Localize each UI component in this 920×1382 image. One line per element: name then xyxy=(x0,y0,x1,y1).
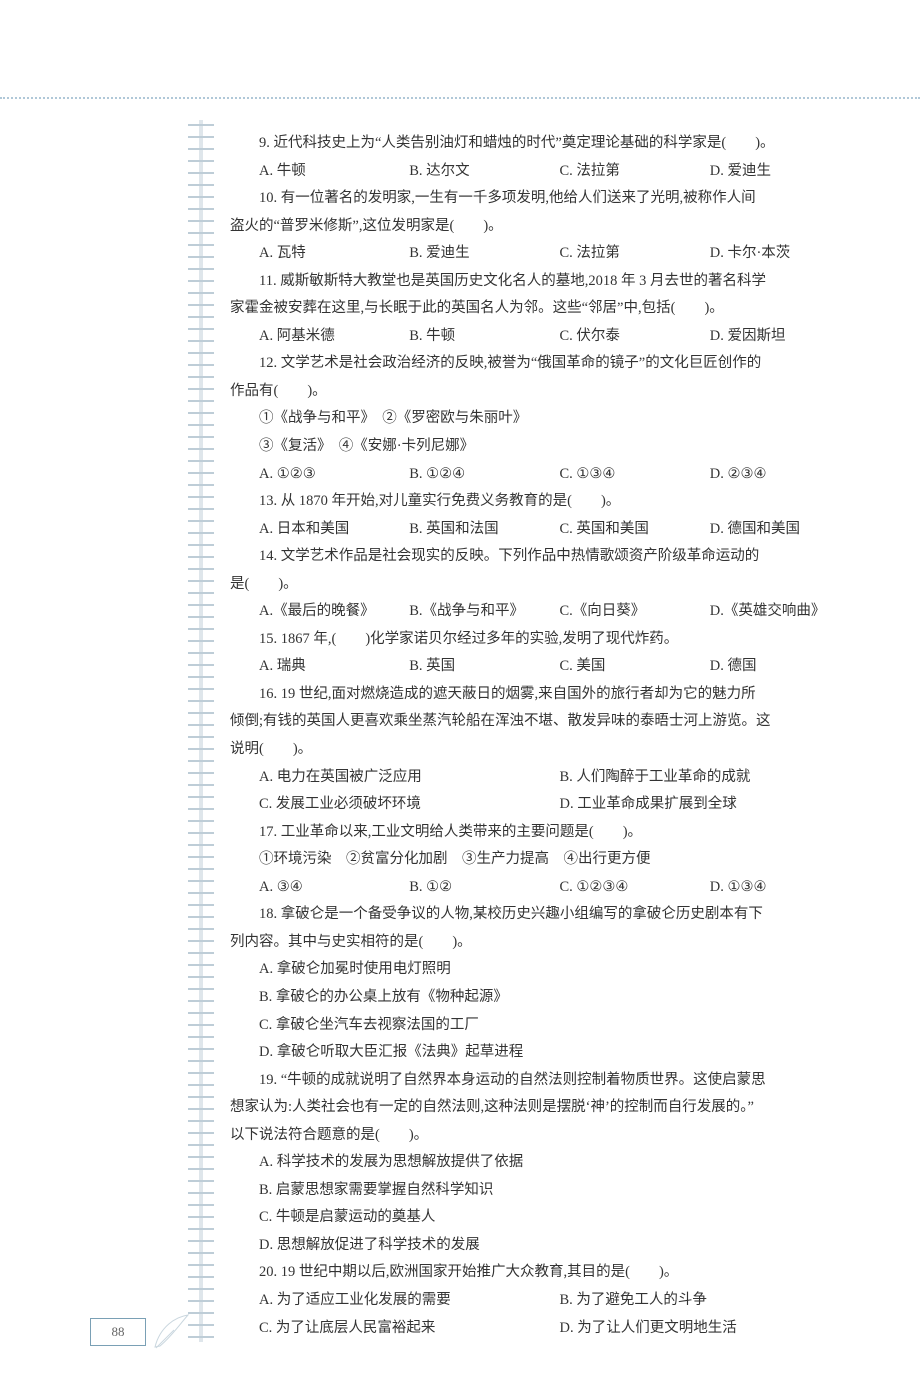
feather-icon xyxy=(150,1312,190,1352)
option-a: A. ③④ xyxy=(259,874,409,902)
question-11-options: A. 阿基米德 B. 牛顿 C. 伏尔泰 D. 爱因斯坦 xyxy=(230,323,860,351)
question-20-options: A. 为了适应工业化发展的需要 B. 为了避免工人的斗争 C. 为了让底层人民富… xyxy=(230,1287,860,1342)
option-d: D. 思想解放促进了科学技术的发展 xyxy=(259,1232,860,1260)
option-c: C. ①②③④ xyxy=(560,874,710,902)
option-a: A. 瓦特 xyxy=(259,240,409,268)
option-c: C. 为了让底层人民富裕起来 xyxy=(259,1315,560,1343)
option-d: D. 爱迪生 xyxy=(710,158,860,186)
spiral-binding-decoration xyxy=(188,120,214,1342)
question-16-stem-line1: 16. 19 世纪,面对燃烧造成的遮天蔽日的烟雾,来自国外的旅行者却为它的魅力所 xyxy=(230,681,860,709)
option-d: D. 爱因斯坦 xyxy=(710,323,860,351)
option-b: B. 牛顿 xyxy=(409,323,559,351)
option-b: B. 爱迪生 xyxy=(409,240,559,268)
option-a: A. 电力在英国被广泛应用 xyxy=(259,764,560,792)
option-c: C. 发展工业必须破坏环境 xyxy=(259,791,560,819)
option-c: C. ①③④ xyxy=(560,461,710,489)
option-b: B. 拿破仑的办公桌上放有《物种起源》 xyxy=(259,984,860,1012)
question-19-stem-line1: 19. “牛顿的成就说明了自然界本身运动的自然法则控制着物质世界。这使启蒙思 xyxy=(230,1067,860,1095)
option-c: C. 法拉第 xyxy=(560,240,710,268)
page-number: 88 xyxy=(90,1318,146,1346)
option-d: D. 工业革命成果扩展到全球 xyxy=(560,791,861,819)
question-18-stem-line1: 18. 拿破仑是一个备受争议的人物,某校历史兴趣小组编写的拿破仑历史剧本有下 xyxy=(230,901,860,929)
option-a: A. ①②③ xyxy=(259,461,409,489)
question-17-options: A. ③④ B. ①② C. ①②③④ D. ①③④ xyxy=(230,874,860,902)
question-15-stem: 15. 1867 年,( )化学家诺贝尔经过多年的实验,发明了现代炸药。 xyxy=(230,626,860,654)
option-c: C. 英国和美国 xyxy=(560,516,710,544)
option-b: B.《战争与和平》 xyxy=(409,598,559,626)
option-d: D.《英雄交响曲》 xyxy=(710,598,860,626)
question-19-stem-line2: 想家认为:人类社会也有一定的自然法则,这种法则是摆脱‘神’的控制而自行发展的。” xyxy=(230,1094,860,1122)
option-c: C.《向日葵》 xyxy=(560,598,710,626)
question-14-stem-line1: 14. 文学艺术作品是社会现实的反映。下列作品中热情歌颂资产阶级革命运动的 xyxy=(230,543,860,571)
option-c: C. 美国 xyxy=(560,653,710,681)
option-c: C. 拿破仑坐汽车去视察法国的工厂 xyxy=(259,1012,860,1040)
option-d: D. 为了让人们更文明地生活 xyxy=(560,1315,861,1343)
option-d: D. 拿破仑听取大臣汇报《法典》起草进程 xyxy=(259,1039,860,1067)
question-18-options: A. 拿破仑加冕时使用电灯照明 B. 拿破仑的办公桌上放有《物种起源》 C. 拿… xyxy=(230,956,860,1066)
option-d: D. ①③④ xyxy=(710,874,860,902)
option-b: B. 人们陶醉于工业革命的成就 xyxy=(560,764,861,792)
question-19-stem-line3: 以下说法符合题意的是( )。 xyxy=(230,1122,860,1150)
option-a: A. 瑞典 xyxy=(259,653,409,681)
question-12-items-line1: ①《战争与和平》 ②《罗密欧与朱丽叶》 xyxy=(230,405,860,433)
question-12-stem-line2: 作品有( )。 xyxy=(230,378,860,406)
question-11-stem-line1: 11. 威斯敏斯特大教堂也是英国历史文化名人的墓地,2018 年 3 月去世的著… xyxy=(230,268,860,296)
option-d: D. 德国 xyxy=(710,653,860,681)
question-11-stem-line2: 家霍金被安葬在这里,与长眠于此的英国名人为邻。这些“邻居”中,包括( )。 xyxy=(230,295,860,323)
option-b: B. ①② xyxy=(409,874,559,902)
question-10-stem-line1: 10. 有一位著名的发明家,一生有一千多项发明,他给人们送来了光明,被称作人间 xyxy=(230,185,860,213)
option-b: B. ①②④ xyxy=(409,461,559,489)
option-a: A.《最后的晚餐》 xyxy=(259,598,409,626)
option-a: A. 拿破仑加冕时使用电灯照明 xyxy=(259,956,860,984)
question-12-options: A. ①②③ B. ①②④ C. ①③④ D. ②③④ xyxy=(230,461,860,489)
question-13-options: A. 日本和美国 B. 英国和法国 C. 英国和美国 D. 德国和美国 xyxy=(230,516,860,544)
question-10-stem-line2: 盗火的“普罗米修斯”,这位发明家是( )。 xyxy=(230,213,860,241)
question-9-options: A. 牛顿 B. 达尔文 C. 法拉第 D. 爱迪生 xyxy=(230,158,860,186)
option-c: C. 伏尔泰 xyxy=(560,323,710,351)
option-a: A. 为了适应工业化发展的需要 xyxy=(259,1287,560,1315)
question-16-stem-line3: 说明( )。 xyxy=(230,736,860,764)
question-10-options: A. 瓦特 B. 爱迪生 C. 法拉第 D. 卡尔·本茨 xyxy=(230,240,860,268)
question-19-options: A. 科学技术的发展为思想解放提供了依据 B. 启蒙思想家需要掌握自然科学知识 … xyxy=(230,1149,860,1259)
question-9-stem: 9. 近代科技史上为“人类告别油灯和蜡烛的时代”奠定理论基础的科学家是( )。 xyxy=(230,130,860,158)
question-14-stem-line2: 是( )。 xyxy=(230,571,860,599)
option-a: A. 牛顿 xyxy=(259,158,409,186)
option-b: B. 英国 xyxy=(409,653,559,681)
question-16-stem-line2: 倾倒;有钱的英国人更喜欢乘坐蒸汽轮船在浑浊不堪、散发异味的泰晤士河上游览。这 xyxy=(230,708,860,736)
question-18-stem-line2: 列内容。其中与史实相符的是( )。 xyxy=(230,929,860,957)
option-b: B. 英国和法国 xyxy=(409,516,559,544)
option-d: D. ②③④ xyxy=(710,461,860,489)
option-b: B. 为了避免工人的斗争 xyxy=(560,1287,861,1315)
option-c: C. 法拉第 xyxy=(560,158,710,186)
page-root: 9. 近代科技史上为“人类告别油灯和蜡烛的时代”奠定理论基础的科学家是( )。 … xyxy=(0,0,920,1382)
question-13-stem: 13. 从 1870 年开始,对儿童实行免费义务教育的是( )。 xyxy=(230,488,860,516)
header-dotted-rule xyxy=(0,97,920,99)
question-14-options: A.《最后的晚餐》 B.《战争与和平》 C.《向日葵》 D.《英雄交响曲》 xyxy=(230,598,860,626)
question-12-stem-line1: 12. 文学艺术是社会政治经济的反映,被誉为“俄国革命的镜子”的文化巨匠创作的 xyxy=(230,350,860,378)
option-d: D. 卡尔·本茨 xyxy=(710,240,860,268)
option-b: B. 达尔文 xyxy=(409,158,559,186)
option-b: B. 启蒙思想家需要掌握自然科学知识 xyxy=(259,1177,860,1205)
question-15-options: A. 瑞典 B. 英国 C. 美国 D. 德国 xyxy=(230,653,860,681)
option-c: C. 牛顿是启蒙运动的奠基人 xyxy=(259,1204,860,1232)
question-12-items-line2: ③《复活》 ④《安娜·卡列尼娜》 xyxy=(230,433,860,461)
option-a: A. 科学技术的发展为思想解放提供了依据 xyxy=(259,1149,860,1177)
question-17-items: ①环境污染 ②贫富分化加剧 ③生产力提高 ④出行更方便 xyxy=(230,846,860,874)
question-16-options: A. 电力在英国被广泛应用 B. 人们陶醉于工业革命的成就 C. 发展工业必须破… xyxy=(230,764,860,819)
option-a: A. 阿基米德 xyxy=(259,323,409,351)
option-a: A. 日本和美国 xyxy=(259,516,409,544)
question-17-stem: 17. 工业革命以来,工业文明给人类带来的主要问题是( )。 xyxy=(230,819,860,847)
option-d: D. 德国和美国 xyxy=(710,516,860,544)
